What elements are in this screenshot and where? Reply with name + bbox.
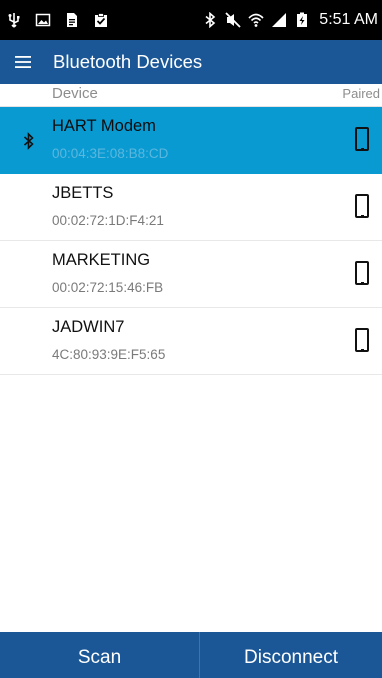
wifi-icon	[248, 13, 264, 27]
status-time: 5:51 AM	[319, 11, 378, 28]
device-name: JADWIN7	[52, 318, 125, 336]
status-right-icons: 5:51 AM	[202, 0, 378, 40]
device-name: HART Modem	[52, 117, 156, 135]
device-name: MARKETING	[52, 251, 151, 269]
phone-icon	[355, 328, 369, 352]
phone-icon	[355, 194, 369, 218]
scan-button[interactable]: Scan	[0, 632, 200, 678]
app-bar: Bluetooth Devices	[0, 40, 382, 84]
status-left-icons	[6, 0, 122, 40]
phone-icon	[355, 127, 369, 151]
bluetooth-connected-icon	[23, 132, 34, 150]
device-row-jbetts[interactable]: JBETTS 00:02:72:1D:F4:21	[0, 174, 382, 241]
device-list: HART Modem 00:04:3E:08:B8:CD JBETTS 00:0…	[0, 107, 382, 375]
clipboard-check-icon	[95, 13, 107, 27]
device-row-jadwin7[interactable]: JADWIN7 4C:80:93:9E:F5:65	[0, 308, 382, 375]
hamburger-menu-icon[interactable]	[14, 53, 32, 71]
usb-icon	[8, 13, 20, 28]
header-paired-label: Paired	[342, 86, 380, 101]
signal-icon	[272, 13, 287, 27]
phone-icon	[355, 261, 369, 285]
document-icon	[67, 13, 77, 27]
header-device-label: Device	[52, 85, 98, 102]
mute-icon	[225, 12, 241, 28]
page-title: Bluetooth Devices	[53, 51, 203, 72]
screen: 5:51 AM Bluetooth Devices Device Paired …	[0, 0, 382, 678]
device-mac: 00:02:72:15:46:FB	[52, 280, 164, 295]
device-mac: 00:02:72:1D:F4:21	[52, 213, 164, 228]
image-icon	[35, 13, 51, 27]
bluetooth-icon	[205, 12, 216, 28]
status-bar: 5:51 AM	[0, 0, 382, 40]
device-row-hart-modem[interactable]: HART Modem 00:04:3E:08:B8:CD	[0, 107, 382, 174]
battery-icon	[297, 12, 308, 27]
device-row-marketing[interactable]: MARKETING 00:02:72:15:46:FB	[0, 241, 382, 308]
bottom-action-bar: Scan Disconnect	[0, 632, 382, 678]
list-header: Device Paired	[0, 84, 382, 107]
device-mac: 4C:80:93:9E:F5:65	[52, 347, 166, 362]
device-name: JBETTS	[52, 184, 114, 202]
device-mac: 00:04:3E:08:B8:CD	[52, 146, 169, 161]
disconnect-button[interactable]: Disconnect	[200, 632, 382, 678]
